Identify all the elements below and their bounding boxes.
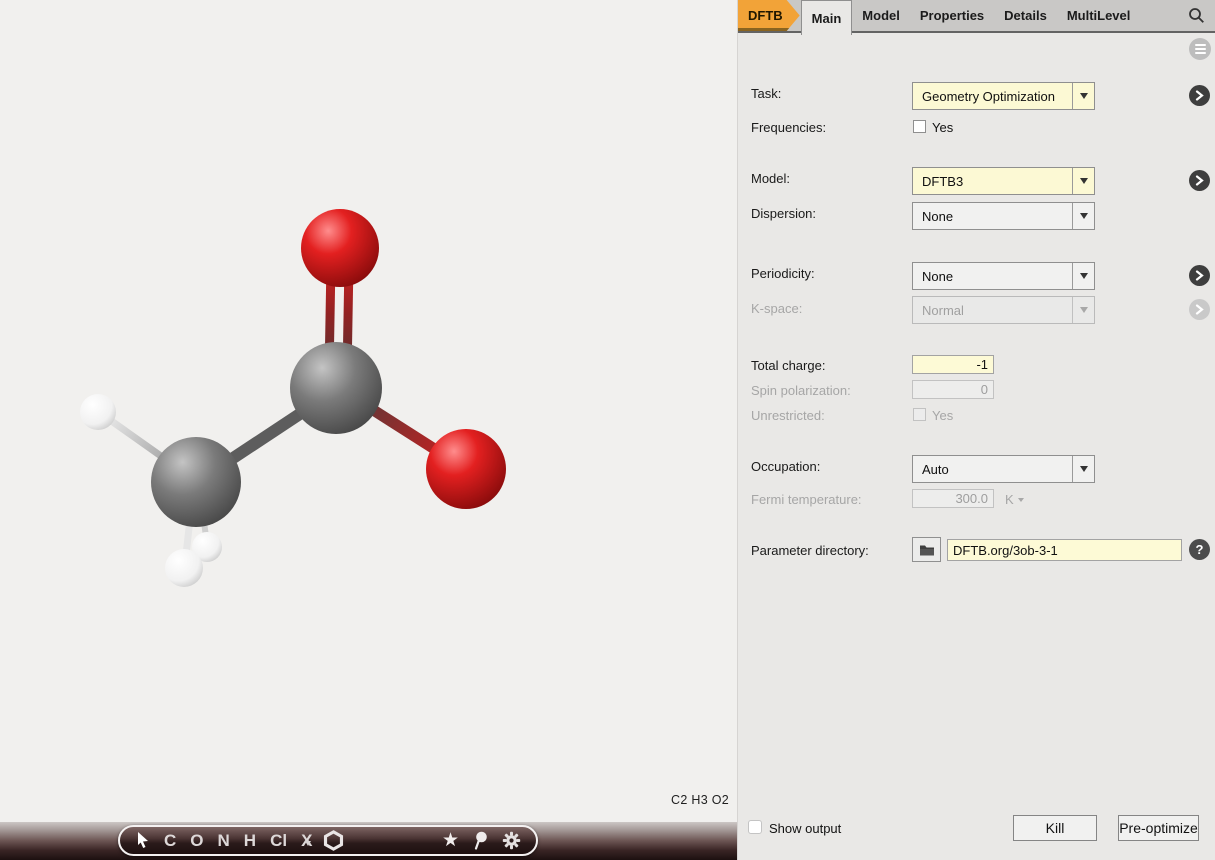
dropdown-arrow-icon xyxy=(1072,297,1094,323)
periodicity-detail-chevron-icon[interactable] xyxy=(1189,265,1210,286)
molecule-viewport[interactable]: C2 H3 O2 C O N H Cl X ★ xyxy=(0,0,737,860)
periodicity-dropdown[interactable]: None xyxy=(912,262,1095,290)
fermi-temperature-unit: K xyxy=(1005,492,1024,507)
tab-details[interactable]: Details xyxy=(994,0,1057,31)
tab-properties[interactable]: Properties xyxy=(910,0,994,31)
amsinput-window: C2 H3 O2 C O N H Cl X ★ xyxy=(0,0,1215,860)
element-button-cl[interactable]: Cl xyxy=(270,831,287,851)
task-detail-chevron-icon[interactable] xyxy=(1189,85,1210,106)
frequencies-checkbox[interactable] xyxy=(913,120,926,133)
occupation-value: Auto xyxy=(913,456,1072,482)
fermi-temperature-label: Fermi temperature: xyxy=(751,492,862,507)
task-value: Geometry Optimization xyxy=(913,83,1072,109)
total-charge-input[interactable] xyxy=(912,355,994,374)
parameter-directory-label: Parameter directory: xyxy=(751,543,869,558)
fermi-temperature-input xyxy=(912,489,994,508)
frequencies-label: Frequencies: xyxy=(751,120,826,135)
help-icon[interactable]: ? xyxy=(1189,539,1210,560)
balloon-icon[interactable] xyxy=(473,831,488,851)
dispersion-dropdown[interactable]: None xyxy=(912,202,1095,230)
occupation-label: Occupation: xyxy=(751,459,820,474)
unrestricted-checkbox-label: Yes xyxy=(932,408,953,423)
dropdown-arrow-icon[interactable] xyxy=(1072,456,1094,482)
parameter-directory-input[interactable] xyxy=(947,539,1182,561)
tab-model[interactable]: Model xyxy=(852,0,910,31)
show-output-checkbox[interactable] xyxy=(748,820,762,834)
atom-h1[interactable] xyxy=(80,394,116,430)
frequencies-checkbox-label[interactable]: Yes xyxy=(932,120,953,135)
model-value: DFTB3 xyxy=(913,168,1072,194)
tab-multilevel[interactable]: MultiLevel xyxy=(1057,0,1141,31)
occupation-dropdown[interactable]: Auto xyxy=(912,455,1095,483)
atom-o1[interactable] xyxy=(301,209,379,287)
atom-h3[interactable] xyxy=(165,549,203,587)
search-icon[interactable] xyxy=(1188,0,1215,31)
module-tab-dftb[interactable]: DFTB xyxy=(738,0,800,31)
atom-o2[interactable] xyxy=(426,429,506,509)
dropdown-arrow-icon[interactable] xyxy=(1072,203,1094,229)
element-button-o[interactable]: O xyxy=(190,831,203,851)
show-output-label[interactable]: Show output xyxy=(769,821,841,836)
model-label: Model: xyxy=(751,171,790,186)
preoptimize-button[interactable]: Pre-optimize xyxy=(1118,815,1199,841)
unrestricted-checkbox xyxy=(913,408,926,421)
task-dropdown[interactable]: Geometry Optimization xyxy=(912,82,1095,110)
element-toolbar: C O N H Cl X ★ xyxy=(118,825,538,856)
dispersion-value: None xyxy=(913,203,1072,229)
dropdown-arrow-icon[interactable] xyxy=(1072,83,1094,109)
viewer-bottom-bar: C O N H Cl X ★ xyxy=(0,822,737,860)
element-button-h[interactable]: H xyxy=(244,831,256,851)
total-charge-label: Total charge: xyxy=(751,358,825,373)
dftb-settings-panel: DFTB Main Model Properties Details Multi… xyxy=(737,0,1215,860)
model-dropdown[interactable]: DFTB3 xyxy=(912,167,1095,195)
dropdown-arrow-icon[interactable] xyxy=(1072,168,1094,194)
select-cursor-icon[interactable] xyxy=(135,831,150,850)
atom-c1-carboxyl[interactable] xyxy=(290,342,382,434)
folder-icon xyxy=(919,544,935,556)
molecule-canvas[interactable] xyxy=(0,0,737,822)
element-button-c[interactable]: C xyxy=(164,831,176,851)
unit-dropdown-caret-icon xyxy=(1018,498,1024,502)
kspace-detail-chevron-icon xyxy=(1189,299,1210,320)
model-detail-chevron-icon[interactable] xyxy=(1189,170,1210,191)
spin-polarization-input xyxy=(912,380,994,399)
periodicity-value: None xyxy=(913,263,1072,289)
task-label: Task: xyxy=(751,86,781,101)
dispersion-label: Dispersion: xyxy=(751,206,816,221)
atom-c2-methyl[interactable] xyxy=(151,437,241,527)
dropdown-arrow-icon[interactable] xyxy=(1072,263,1094,289)
tab-main[interactable]: Main xyxy=(801,0,853,35)
gear-icon[interactable] xyxy=(502,831,521,850)
spin-polarization-label: Spin polarization: xyxy=(751,383,851,398)
kspace-dropdown: Normal xyxy=(912,296,1095,324)
panel-menu-icon[interactable] xyxy=(1189,38,1211,60)
element-x-dropdown-caret-icon[interactable] xyxy=(305,841,311,846)
ring-tool-icon[interactable] xyxy=(323,830,344,851)
star-icon[interactable]: ★ xyxy=(442,831,459,850)
tab-bar: DFTB Main Model Properties Details Multi… xyxy=(738,0,1215,33)
kill-button[interactable]: Kill xyxy=(1013,815,1097,841)
element-button-n[interactable]: N xyxy=(218,831,230,851)
kspace-label: K-space: xyxy=(751,301,802,316)
periodicity-label: Periodicity: xyxy=(751,266,815,281)
browse-folder-button[interactable] xyxy=(912,537,941,562)
molecular-formula-label: C2 H3 O2 xyxy=(671,793,729,807)
unrestricted-label: Unrestricted: xyxy=(751,408,825,423)
kspace-value: Normal xyxy=(913,297,1072,323)
